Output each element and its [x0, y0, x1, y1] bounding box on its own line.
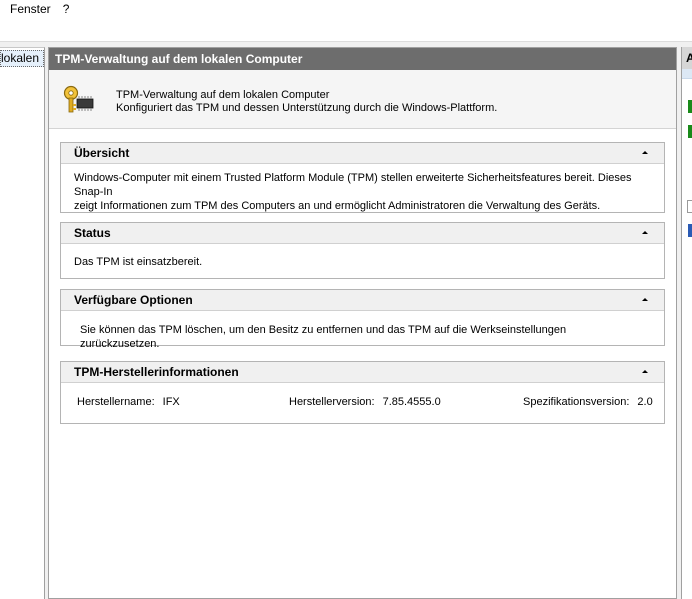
- section-status-body: Das TPM ist einsatzbereit.: [61, 244, 664, 269]
- section-options-title: Verfügbare Optionen: [74, 293, 193, 307]
- section-status-header[interactable]: Status: [61, 223, 664, 244]
- collapse-arrow-icon[interactable]: [641, 148, 650, 157]
- action-green-icon[interactable]: [688, 125, 692, 138]
- menu-fenster[interactable]: Fenster: [0, 2, 57, 16]
- snapin-header: TPM-Verwaltung auf dem lokalen Computer …: [49, 70, 676, 129]
- status-text: Das TPM ist einsatzbereit.: [74, 256, 203, 268]
- collapse-arrow-icon[interactable]: [641, 228, 650, 237]
- tpm-key-chip-icon: [63, 85, 94, 113]
- snapin-name: TPM-Verwaltung auf dem lokalen Computer: [116, 89, 330, 101]
- section-overview-header[interactable]: Übersicht: [61, 143, 664, 164]
- toolbar: [0, 18, 692, 42]
- section-overview-title: Übersicht: [74, 146, 130, 160]
- manufacturer-name-value: IFX: [162, 396, 180, 408]
- action-help-icon[interactable]: [688, 224, 692, 237]
- section-manufacturer-header[interactable]: TPM-Herstellerinformationen: [61, 362, 664, 383]
- section-status: Status Das TPM ist einsatzbereit.: [60, 222, 665, 279]
- action-window-icon[interactable]: [687, 200, 692, 213]
- section-manufacturer-title: TPM-Herstellerinformationen: [74, 365, 239, 379]
- manufacturer-name: Herstellername: IFX: [77, 395, 180, 409]
- section-options-body: Sie können das TPM löschen, um den Besit…: [61, 311, 664, 351]
- section-manufacturer-body: Herstellername: IFX Herstellerversion: 7.8…: [61, 383, 664, 423]
- action-green-icon[interactable]: [688, 100, 692, 113]
- spec-version-value: 2.0: [637, 396, 653, 408]
- section-overview: Übersicht Windows-Computer mit einem Tru…: [60, 142, 665, 213]
- console-tree-pane: lokalen Computer: [0, 47, 45, 599]
- snapin-summary: Konfiguriert das TPM und dessen Unterstü…: [116, 102, 498, 114]
- manufacturer-name-label: Herstellername:: [77, 396, 155, 408]
- manufacturer-version-label: Herstellerversion:: [289, 396, 375, 408]
- overview-text-line1: Windows-Computer mit einem Trusted Platf…: [74, 172, 632, 198]
- actions-group-header[interactable]: [682, 69, 692, 79]
- tpm-management-pane: TPM-Verwaltung auf dem lokalen Computer …: [48, 47, 677, 599]
- section-overview-body: Windows-Computer mit einem Trusted Platf…: [61, 164, 664, 213]
- section-status-title: Status: [74, 226, 111, 240]
- options-text: Sie können das TPM löschen, um den Besit…: [80, 324, 567, 350]
- section-manufacturer: TPM-Herstellerinformationen Herstellerna…: [60, 361, 665, 424]
- tree-item-local-computer[interactable]: lokalen Computer: [0, 50, 44, 67]
- manufacturer-version: Herstellerversion: 7.85.4555.0: [289, 395, 441, 409]
- actions-pane: A: [681, 47, 692, 599]
- collapse-arrow-icon[interactable]: [641, 295, 650, 304]
- section-options-header[interactable]: Verfügbare Optionen: [61, 290, 664, 311]
- menu-help[interactable]: ?: [57, 2, 76, 16]
- manufacturer-version-value: 7.85.4555.0: [382, 396, 441, 408]
- spec-version: Spezifikationsversion: 2.0: [523, 395, 653, 409]
- spec-version-label: Spezifikationsversion:: [523, 396, 630, 408]
- menu-bar: Fenster ?: [0, 0, 692, 18]
- snapin-description: TPM-Verwaltung auf dem lokalen Computer …: [116, 89, 497, 115]
- section-options: Verfügbare Optionen Sie können das TPM l…: [60, 289, 665, 350]
- overview-text-line2: zeigt Informationen zum TPM des Computer…: [74, 200, 601, 212]
- pane-title: TPM-Verwaltung auf dem lokalen Computer: [49, 48, 676, 70]
- actions-header: A: [682, 47, 692, 69]
- collapse-arrow-icon[interactable]: [641, 367, 650, 376]
